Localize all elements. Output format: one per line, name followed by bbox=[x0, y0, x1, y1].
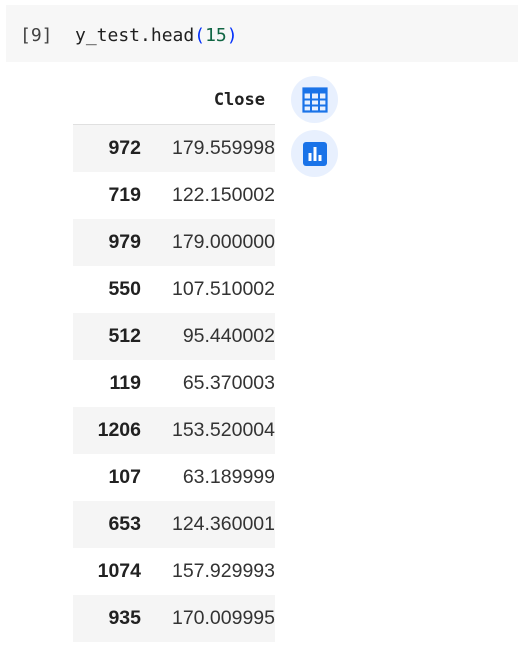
table-header-row: Close bbox=[73, 76, 275, 125]
table-row: 107 63.189999 bbox=[73, 454, 275, 501]
close-value: 122.150002 bbox=[171, 183, 275, 206]
row-index: 1074 bbox=[97, 559, 141, 582]
table-row: 719 122.150002 bbox=[73, 172, 275, 219]
close-value: 124.360001 bbox=[141, 500, 275, 548]
table-row: 935 170.009995 bbox=[73, 594, 275, 642]
row-index: 550 bbox=[108, 277, 141, 300]
table-body: 972 179.559998 719 122.150002 979 179.000000 5… bbox=[73, 124, 275, 642]
table-row: 1206 153.520004 bbox=[73, 406, 275, 454]
table-row: 512 95.440002 bbox=[73, 312, 275, 360]
dataframe-output-table: Close 972 179.559998 719 122.150002 979 179.0… bbox=[73, 76, 275, 642]
code-line[interactable]: y_test.head(15) bbox=[75, 25, 238, 46]
index-header bbox=[73, 76, 141, 125]
row-index: 979 bbox=[73, 218, 141, 266]
convert-to-interactive-table-button[interactable] bbox=[291, 76, 338, 123]
bar-chart-icon bbox=[302, 141, 327, 166]
close-value: 107.510002 bbox=[171, 277, 275, 300]
table-row: 550 107.510002 bbox=[73, 266, 275, 313]
table-row: 979 179.000000 bbox=[73, 218, 275, 266]
row-index: 119 bbox=[109, 371, 141, 394]
row-index: 107 bbox=[108, 465, 141, 488]
code-call: y_test.head bbox=[75, 25, 195, 46]
table-row: 1074 157.929993 bbox=[73, 548, 275, 595]
suggest-charts-button[interactable] bbox=[291, 130, 338, 177]
close-value: 179.559998 bbox=[141, 124, 275, 172]
close-value: 65.370003 bbox=[182, 371, 275, 394]
row-index: 653 bbox=[73, 500, 141, 548]
close-value: 179.000000 bbox=[141, 218, 275, 266]
close-value: 157.929993 bbox=[171, 559, 275, 582]
row-index: 512 bbox=[73, 312, 141, 360]
column-header-close: Close bbox=[213, 90, 265, 110]
close-value: 63.189999 bbox=[182, 465, 275, 488]
table-row: 972 179.559998 bbox=[73, 124, 275, 172]
table-icon bbox=[301, 86, 328, 113]
close-value: 170.009995 bbox=[141, 594, 275, 642]
row-index: 935 bbox=[73, 594, 141, 642]
code-close-paren: ) bbox=[226, 25, 238, 46]
execution-count: [9] bbox=[20, 25, 53, 46]
code-open-paren: ( bbox=[194, 25, 206, 46]
table-row: 653 124.360001 bbox=[73, 500, 275, 548]
table-row: 119 65.370003 bbox=[73, 360, 275, 407]
code-cell-input[interactable]: [9] y_test.head(15) bbox=[6, 5, 518, 62]
row-index: 1206 bbox=[73, 406, 141, 454]
close-value: 153.520004 bbox=[141, 406, 275, 454]
row-index: 719 bbox=[108, 183, 141, 206]
code-argument: 15 bbox=[205, 25, 227, 46]
row-index: 972 bbox=[73, 124, 141, 172]
close-value: 95.440002 bbox=[141, 312, 275, 360]
